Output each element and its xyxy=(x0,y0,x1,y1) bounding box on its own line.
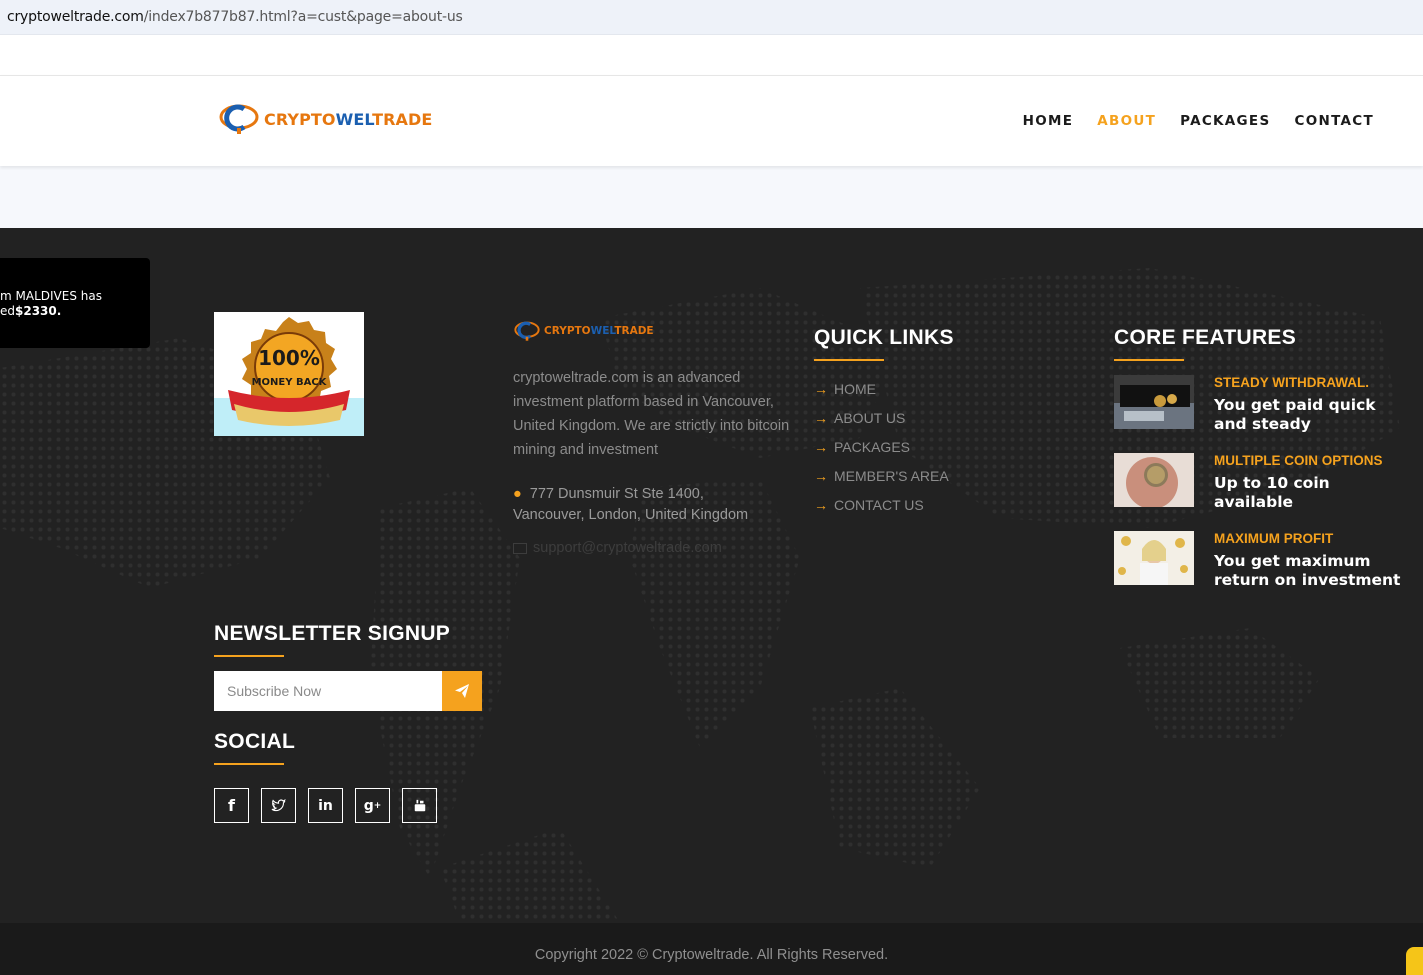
chat-widget-tab[interactable] xyxy=(1406,947,1423,975)
footer-description: cryptoweltrade.com is an advanced invest… xyxy=(513,370,790,458)
nav-home[interactable]: HOME xyxy=(1023,113,1074,129)
youtube-icon[interactable] xyxy=(402,788,437,823)
svg-text:MONEY BACK: MONEY BACK xyxy=(252,377,328,388)
twitter-icon[interactable] xyxy=(261,788,296,823)
page-banner-strip xyxy=(0,166,1423,228)
paper-plane-icon xyxy=(455,684,469,698)
site-header: CRYPTOWELTRADE HOME ABOUT PACKAGES CONTA… xyxy=(0,75,1423,166)
page-top-spacer xyxy=(0,35,1423,76)
quick-link-contact-us[interactable]: → CONTACT US xyxy=(814,490,954,519)
social-icons: f in g + xyxy=(214,788,437,823)
map-marker-icon: ● xyxy=(513,486,522,502)
browser-address-bar[interactable]: cryptoweltrade.com/index7b877b87.html?a=… xyxy=(0,0,1423,35)
quick-link-about-us[interactable]: → ABOUT US xyxy=(814,404,954,433)
toast-text: m MALDIVES has ed$2330. xyxy=(0,289,102,318)
copyright-bar: Copyright 2022 © Cryptoweltrade. All Rig… xyxy=(0,923,1423,975)
recent-withdrawal-toast: m MALDIVES has ed$2330. xyxy=(0,258,150,348)
logo-text: CRYPTOWELTRADE xyxy=(264,109,433,129)
quick-links-column: QUICK LINKS → HOME → ABOUT US → PACKAGES → M… xyxy=(814,326,954,519)
arrow-right-icon: → xyxy=(814,381,828,398)
linkedin-icon[interactable]: in xyxy=(308,788,343,823)
quick-links-title: QUICK LINKS xyxy=(814,326,954,349)
feature-description: You get maximum return on investment xyxy=(1214,552,1401,589)
feature-title: MULTIPLE COIN OPTIONS xyxy=(1214,453,1383,468)
logo-mark-icon xyxy=(219,104,259,134)
google-plus-icon[interactable]: g + xyxy=(355,788,390,823)
feature-item: MULTIPLE COIN OPTIONS Up to 10 coin avai… xyxy=(1114,453,1404,511)
url-text[interactable]: cryptoweltrade.com/index7b877b87.html?a=… xyxy=(7,9,463,25)
footer-logo[interactable]: CRYPTOWELTRADE xyxy=(513,320,793,342)
quick-link-home[interactable]: → HOME xyxy=(814,375,954,404)
newsletter-submit-button[interactable] xyxy=(442,671,482,711)
newsletter-email-input[interactable] xyxy=(214,671,442,711)
feature-item: STEADY WITHDRAWAL. You get paid quick an… xyxy=(1114,375,1404,433)
feature-item: MAXIMUM PROFIT You get maximum return on… xyxy=(1114,531,1404,589)
title-underline xyxy=(214,763,284,765)
logo-mark-icon xyxy=(514,321,540,341)
facebook-icon[interactable]: f xyxy=(214,788,249,823)
quick-links-list: → HOME → ABOUT US → PACKAGES → MEMBER'S AREA… xyxy=(814,375,954,519)
footer-email[interactable]: support@cryptoweltrade.com xyxy=(513,540,793,556)
money-back-badge: 100% MONEY BACK xyxy=(214,312,364,436)
nav-about[interactable]: ABOUT xyxy=(1097,113,1156,129)
title-underline xyxy=(1114,359,1184,361)
feature-title: STEADY WITHDRAWAL. xyxy=(1214,375,1369,390)
newsletter-title: NEWSLETTER SIGNUP xyxy=(214,622,451,645)
envelope-icon xyxy=(513,542,527,554)
nav-contact[interactable]: CONTACT xyxy=(1294,113,1374,129)
site-footer: m MALDIVES has ed$2330. 100% MONEY BACK C… xyxy=(0,228,1423,923)
arrow-right-icon: → xyxy=(814,496,828,513)
feature-thumbnail xyxy=(1114,453,1194,507)
feature-description: You get paid quick and steady xyxy=(1214,396,1376,433)
footer-logo-text: CRYPTOWELTRADE xyxy=(544,325,654,337)
arrow-right-icon: → xyxy=(814,467,828,484)
feature-thumbnail xyxy=(1114,531,1194,585)
newsletter-form xyxy=(214,671,482,711)
quick-link-members-area[interactable]: → MEMBER'S AREA xyxy=(814,461,954,490)
site-logo[interactable]: CRYPTOWELTRADE xyxy=(218,102,432,136)
social-title: SOCIAL xyxy=(214,730,296,753)
core-features-column: CORE FEATURES STEADY WITHDRAWAL. You get… xyxy=(1114,326,1404,589)
newsletter-section: NEWSLETTER SIGNUP xyxy=(214,622,450,657)
nav-packages[interactable]: PACKAGES xyxy=(1180,113,1270,129)
social-section: SOCIAL xyxy=(214,730,295,765)
feature-thumbnail xyxy=(1114,375,1194,429)
main-nav: HOME ABOUT PACKAGES CONTACT xyxy=(1023,113,1374,129)
feature-title: MAXIMUM PROFIT xyxy=(1214,531,1334,546)
quick-link-packages[interactable]: → PACKAGES xyxy=(814,433,954,462)
svg-text:100%: 100% xyxy=(258,346,320,370)
title-underline xyxy=(214,655,284,657)
arrow-right-icon: → xyxy=(814,438,828,455)
footer-about-column: CRYPTOWELTRADE cryptoweltrade.com is an … xyxy=(513,320,793,556)
title-underline xyxy=(814,359,884,361)
arrow-right-icon: → xyxy=(814,410,828,427)
copyright-text: Copyright 2022 © Cryptoweltrade. All Rig… xyxy=(534,947,889,963)
core-features-title: CORE FEATURES xyxy=(1114,326,1297,349)
footer-address: ● 777 Dunsmuir St Ste 1400, Vancouver, Lon… xyxy=(513,486,749,523)
feature-description: Up to 10 coin available xyxy=(1214,474,1330,511)
